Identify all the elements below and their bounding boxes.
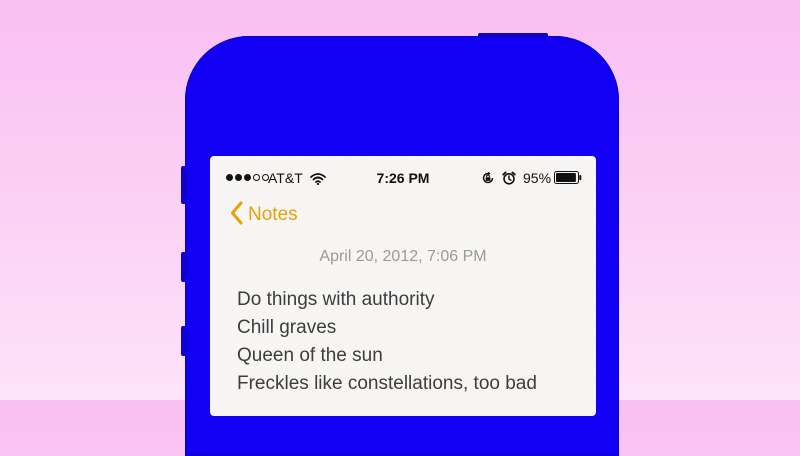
volume-up-button [181, 252, 187, 282]
chevron-left-icon [230, 201, 244, 230]
note-body[interactable]: Do things with authority Chill graves Qu… [237, 286, 587, 398]
phone-screen: AT&T 7:26 PM 95% Notes April 20, 2012, 7… [210, 156, 596, 416]
note-date: April 20, 2012, 7:06 PM [319, 248, 487, 265]
back-button[interactable]: Notes [230, 200, 298, 230]
volume-down-button [181, 326, 187, 356]
battery-icon [554, 171, 582, 187]
note-line: Queen of the sun [237, 345, 383, 366]
battery-percentage: 95% [523, 170, 552, 186]
note-line: Freckles like constellations, too bad [237, 373, 537, 394]
note-line: Do things with authority [237, 289, 435, 310]
note-line: Chill graves [237, 317, 337, 338]
mute-switch [181, 166, 187, 204]
back-button-label: Notes [248, 204, 298, 225]
orientation-lock-icon [481, 171, 495, 188]
status-bar: AT&T 7:26 PM 95% [210, 156, 596, 200]
alarm-icon [502, 171, 516, 188]
power-button [478, 33, 548, 38]
